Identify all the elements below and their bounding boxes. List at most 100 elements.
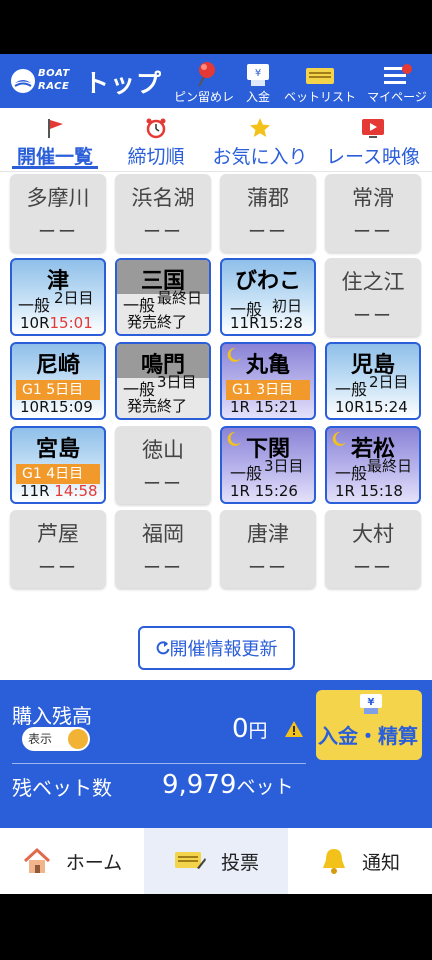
venue-card-naruto[interactable]: 鳴門 一般 3日目 発売終了 bbox=[115, 342, 211, 420]
deposit-header-button[interactable]: ¥ 入金 bbox=[240, 58, 276, 104]
warning-icon[interactable] bbox=[284, 720, 304, 738]
venue-card-tokoname[interactable]: 常滑 ーー bbox=[325, 174, 421, 252]
nav-home[interactable]: ホーム bbox=[0, 828, 144, 894]
svg-text:¥: ¥ bbox=[255, 68, 261, 79]
venue-name: 常滑 bbox=[352, 186, 394, 210]
no-race-indicator: ーー bbox=[38, 558, 78, 579]
remaining-bets-label: 残ベット数 bbox=[12, 776, 112, 800]
venue-name: 蒲郡 bbox=[247, 186, 289, 210]
boat-race-logo-icon bbox=[11, 69, 35, 93]
race-day: 最終日 bbox=[367, 457, 413, 475]
bell-icon bbox=[322, 849, 345, 874]
my-page-button[interactable]: マイページ bbox=[364, 58, 430, 104]
venue-card-tamagawa[interactable]: 多摩川 ーー bbox=[10, 174, 106, 252]
venue-card-hamanako[interactable]: 浜名湖 ーー bbox=[115, 174, 211, 252]
venue-card-fukuoka[interactable]: 福岡 ーー bbox=[115, 510, 211, 588]
no-race-indicator: ーー bbox=[143, 558, 183, 579]
nav-vote[interactable]: 投票 bbox=[144, 828, 288, 894]
nav-notifications-label: 通知 bbox=[361, 851, 400, 874]
venue-name: 福岡 bbox=[142, 522, 184, 546]
grade-badge: G1 3日目 bbox=[226, 380, 310, 400]
main-tabs: 開催一覧 締切順 お気に入り レース映像 bbox=[0, 108, 432, 172]
race-kind: 一般 bbox=[335, 464, 368, 483]
next-race: 10R15:24 bbox=[335, 398, 408, 416]
atm-card-icon: ¥ bbox=[360, 694, 382, 714]
balance-panel: 購入残高 表示 0円 ¥ 入金・精算 残ベット数 9,979ベット bbox=[0, 680, 432, 828]
race-day: 3日目 bbox=[264, 457, 304, 475]
alarm-clock-icon bbox=[146, 118, 166, 139]
race-day: 2日目 bbox=[369, 373, 409, 391]
boat-race-logo[interactable]: BOAT RACE bbox=[10, 66, 74, 96]
no-race-indicator: ーー bbox=[353, 558, 393, 579]
tab-favorites[interactable]: お気に入り bbox=[208, 116, 312, 172]
sales-closed-note: 発売終了 bbox=[127, 397, 188, 415]
logo-text-line1: BOAT bbox=[38, 68, 70, 79]
venue-name: 唐津 bbox=[247, 522, 289, 546]
no-race-indicator: ーー bbox=[248, 558, 288, 579]
venue-name: 徳山 bbox=[142, 438, 184, 462]
bet-list-label: ベットリスト bbox=[283, 90, 356, 104]
play-video-icon bbox=[362, 119, 384, 138]
venue-card-karatsu[interactable]: 唐津 ーー bbox=[220, 510, 316, 588]
system-navigation-bar bbox=[0, 894, 432, 960]
venue-card-marugame[interactable]: 丸亀 G1 3日目 1R 15:21 bbox=[220, 342, 316, 420]
race-kind: 一般 bbox=[230, 464, 263, 483]
venue-card-tokuyama[interactable]: 徳山 ーー bbox=[115, 426, 211, 504]
nav-vote-label: 投票 bbox=[220, 851, 259, 874]
deposit-settle-label: 入金・精算 bbox=[318, 724, 418, 748]
next-race: 10R15:09 bbox=[20, 398, 93, 416]
venue-name: 大村 bbox=[352, 522, 394, 546]
venue-card-wakamatsu[interactable]: 若松 一般 最終日 1R 15:18 bbox=[325, 426, 421, 504]
status-bar bbox=[0, 0, 432, 54]
sales-closed-note: 発売終了 bbox=[127, 313, 188, 331]
venue-card-gamagori[interactable]: 蒲郡 ーー bbox=[220, 174, 316, 252]
no-race-indicator: ーー bbox=[143, 222, 183, 243]
toggle-label: 表示 bbox=[28, 732, 53, 746]
refresh-label: 開催情報更新 bbox=[169, 639, 278, 660]
venue-card-mikuni[interactable]: 三国 一般 最終日 発売終了 bbox=[115, 258, 211, 336]
deposit-settle-button[interactable]: ¥ 入金・精算 bbox=[316, 690, 422, 760]
race-day: 最終日 bbox=[157, 289, 203, 307]
venue-card-shimonoseki[interactable]: 下関 一般 3日目 1R 15:26 bbox=[220, 426, 316, 504]
refresh-venue-info-button[interactable]: 開催情報更新 bbox=[138, 626, 295, 670]
no-race-indicator: ーー bbox=[353, 222, 393, 243]
pinned-races-button[interactable]: ピン留めレース bbox=[174, 58, 234, 104]
venue-card-omura[interactable]: 大村 ーー bbox=[325, 510, 421, 588]
venue-card-ashiya[interactable]: 芦屋 ーー bbox=[10, 510, 106, 588]
venue-card-suminoe[interactable]: 住之江 ーー bbox=[325, 258, 421, 336]
next-race: 10R15:01 bbox=[20, 314, 93, 332]
venue-card-biwako[interactable]: びわこ 一般 初日 11R15:28 bbox=[220, 258, 316, 336]
race-kind: 一般 bbox=[335, 380, 368, 399]
venue-grid: 多摩川 ーー 浜名湖 ーー 蒲郡 ーー 常滑 ーー 津 一般 2日目 10R15… bbox=[0, 172, 432, 680]
tab-favorites-label: お気に入り bbox=[212, 146, 308, 168]
next-race: 1R 15:18 bbox=[335, 482, 403, 500]
house-icon bbox=[23, 847, 50, 873]
venue-card-tsu[interactable]: 津 一般 2日目 10R15:01 bbox=[10, 258, 106, 336]
tab-race-video[interactable]: レース映像 bbox=[320, 116, 426, 172]
tab-deadline-order[interactable]: 締切順 bbox=[122, 116, 190, 172]
race-kind: 一般 bbox=[18, 296, 51, 315]
venue-name: びわこ bbox=[234, 269, 301, 294]
pushpin-icon bbox=[198, 62, 215, 87]
tab-venue-list-label: 開催一覧 bbox=[16, 146, 93, 168]
logo-text-line2: RACE bbox=[38, 81, 70, 92]
show-balance-toggle[interactable]: 表示 bbox=[22, 727, 90, 751]
venue-card-amagasaki[interactable]: 尼崎 G1 5日目 10R15:09 bbox=[10, 342, 106, 420]
grade-badge: G1 5日目 bbox=[16, 380, 100, 400]
venue-name: 丸亀 bbox=[245, 353, 290, 378]
nav-notifications[interactable]: 通知 bbox=[288, 828, 432, 894]
my-page-label: マイページ bbox=[367, 90, 427, 104]
next-race: 1R 15:21 bbox=[230, 398, 298, 416]
bet-list-button[interactable]: ベットリスト bbox=[282, 58, 358, 104]
tab-venue-list[interactable]: 開催一覧 bbox=[10, 116, 100, 172]
no-race-indicator: ーー bbox=[248, 222, 288, 243]
venue-name: 住之江 bbox=[341, 270, 405, 294]
venue-card-miyajima[interactable]: 宮島 G1 4日目 11R 14:58 bbox=[10, 426, 106, 504]
venue-name: 芦屋 bbox=[37, 522, 79, 546]
venue-name: 尼崎 bbox=[35, 353, 80, 378]
venue-card-kojima[interactable]: 児島 一般 2日目 10R15:24 bbox=[325, 342, 421, 420]
bet-ticket-icon bbox=[174, 852, 206, 869]
app-header: BOAT RACE トップ ピン留めレース ¥ 入金 bbox=[0, 54, 432, 108]
venue-name: 多摩川 bbox=[26, 186, 90, 210]
toggle-knob bbox=[68, 729, 88, 749]
